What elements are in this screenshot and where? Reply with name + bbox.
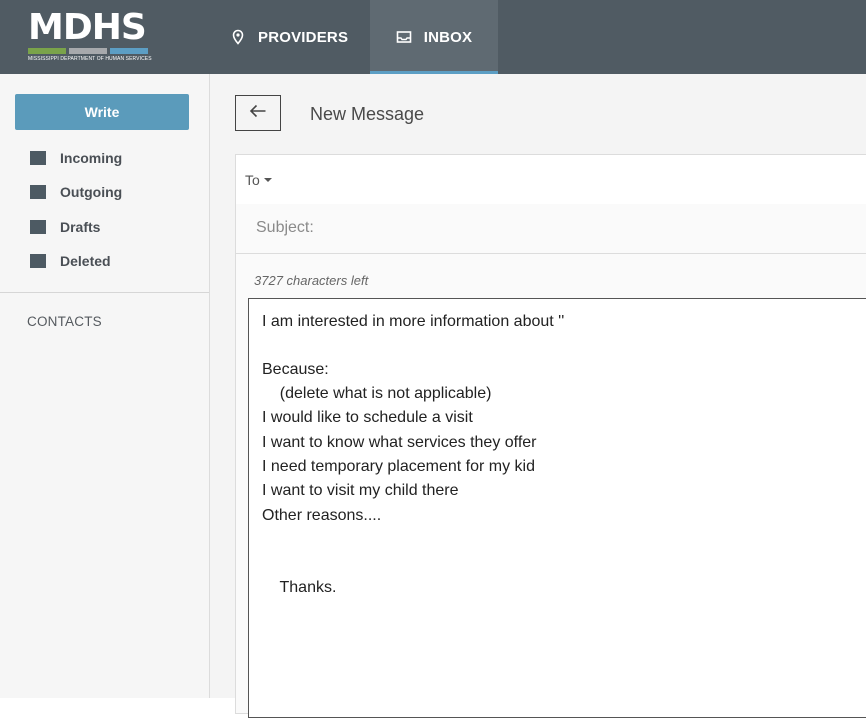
map-pin-icon: [230, 29, 246, 45]
characters-left-counter: 3727 characters left: [254, 273, 369, 288]
compose-form: To Subject: 3727 characters left I am in…: [235, 154, 866, 718]
body-line: I am interested in more information abou…: [262, 313, 565, 330]
sidebar-divider: [0, 292, 209, 293]
body-line: Thanks.: [262, 579, 337, 596]
logo-text: MDHS: [28, 7, 147, 48]
to-label: To: [245, 172, 260, 188]
inbox-icon: [396, 29, 412, 45]
body-line: I want to know what services they offer: [262, 434, 537, 451]
nav-providers-label: PROVIDERS: [258, 28, 349, 46]
folder-icon: [30, 220, 46, 234]
sidebar-item-incoming[interactable]: Incoming: [30, 148, 122, 168]
body-line: Other reasons....: [262, 507, 382, 524]
body-line: I would like to schedule a visit: [262, 409, 473, 426]
nav-inbox-tab[interactable]: INBOX: [370, 0, 498, 74]
folder-icon: [30, 151, 46, 165]
sidebar-item-drafts[interactable]: Drafts: [30, 217, 100, 237]
page-title: New Message: [310, 104, 425, 124]
logo-subtitle: MISSISSIPPI DEPARTMENT OF HUMAN SERVICES: [28, 56, 152, 62]
top-navigation-bar: MDHS MISSISSIPPI DEPARTMENT OF HUMAN SER…: [0, 0, 866, 74]
message-body-textarea[interactable]: I am interested in more information abou…: [248, 298, 866, 718]
sidebar-item-label: Outgoing: [60, 184, 123, 200]
to-dropdown[interactable]: To: [245, 172, 272, 188]
body-line: I want to visit my child there: [262, 482, 459, 499]
sidebar-item-deleted[interactable]: Deleted: [30, 251, 111, 271]
body-line: (delete what is not applicable): [262, 385, 492, 402]
body-line: I need temporary placement for my kid: [262, 458, 536, 475]
folder-icon: [30, 185, 46, 199]
sidebar-item-label: Deleted: [60, 253, 111, 269]
back-button[interactable]: [235, 95, 281, 131]
sidebar-item-outgoing[interactable]: Outgoing: [30, 182, 122, 202]
logo-color-bars: [28, 48, 148, 54]
caret-down-icon: [263, 178, 272, 182]
compose-panel: New Message To Subject: 3727 characters …: [210, 74, 866, 718]
sidebar-item-label: Incoming: [60, 150, 123, 166]
sidebar: Write Incoming Outgoing Drafts Deleted C…: [0, 74, 210, 698]
contacts-link[interactable]: CONTACTS: [27, 314, 102, 329]
subject-field[interactable]: Subject:: [236, 204, 866, 254]
write-button[interactable]: Write: [15, 94, 189, 130]
nav-inbox-label: INBOX: [423, 28, 473, 46]
to-field[interactable]: To: [236, 155, 866, 205]
mdhs-logo[interactable]: MDHS MISSISSIPPI DEPARTMENT OF HUMAN SER…: [28, 7, 152, 64]
body-line: Because:: [262, 361, 329, 378]
folder-icon: [30, 254, 46, 268]
nav-providers-tab[interactable]: PROVIDERS: [230, 0, 348, 74]
subject-placeholder: Subject:: [256, 219, 314, 236]
sidebar-item-label: Drafts: [60, 219, 101, 235]
arrow-left-icon: [249, 104, 267, 123]
